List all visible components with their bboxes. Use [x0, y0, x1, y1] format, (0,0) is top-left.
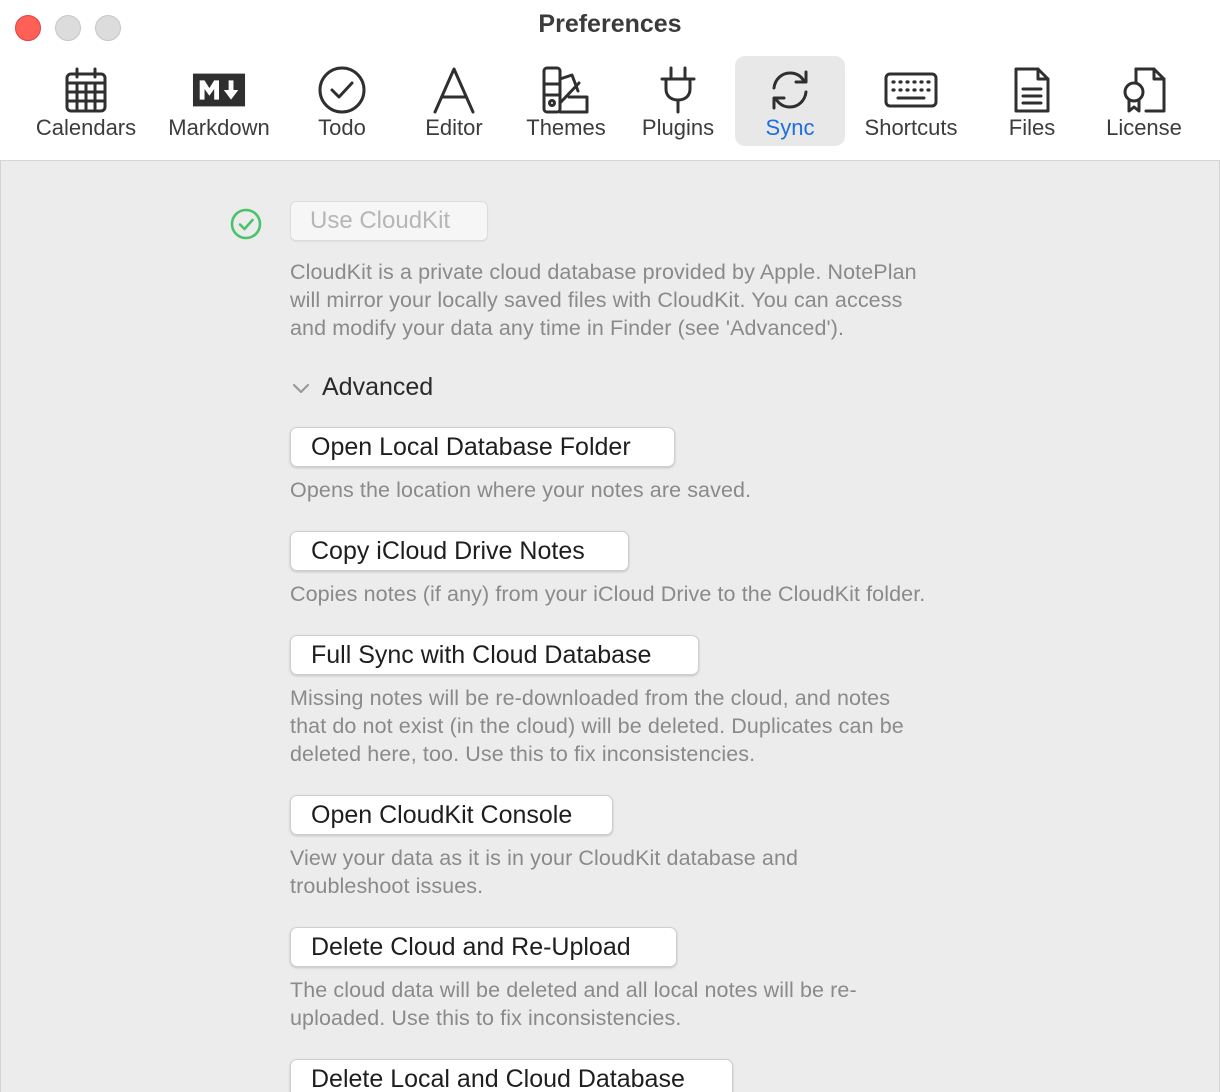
description-line: that do not exist (in the cloud) will be… — [290, 714, 904, 738]
tab-editor[interactable]: Editor — [410, 56, 498, 146]
tab-calendars[interactable]: Calendars — [30, 56, 142, 146]
action-description: Missing notes will be re-downloaded from… — [290, 684, 904, 768]
tab-label-editor: Editor — [425, 115, 483, 140]
description-line: The cloud data will be deleted and all l… — [290, 978, 857, 1002]
tab-label-plugins: Plugins — [641, 115, 715, 140]
tab-label-license: License — [1106, 115, 1182, 140]
tab-shortcuts[interactable]: Shortcuts — [856, 56, 966, 146]
calendar-icon — [59, 64, 113, 116]
delete-local-and-cloud-database-button[interactable]: Delete Local and Cloud Database — [290, 1059, 733, 1092]
tab-label-calendars: Calendars — [35, 115, 137, 140]
keyboard-icon — [884, 64, 938, 116]
description-line: uploaded. Use this to fix inconsistencie… — [290, 1006, 682, 1030]
tab-plugins[interactable]: Plugins — [632, 56, 724, 146]
tab-todo[interactable]: Todo — [300, 56, 384, 146]
description-line: and modify your data any time in Finder … — [290, 316, 845, 340]
editor-letter-icon — [427, 64, 481, 116]
description-line: Missing notes will be re-downloaded from… — [290, 686, 891, 710]
tab-label-themes: Themes — [526, 115, 606, 140]
file-icon — [1005, 64, 1059, 116]
full-sync-cloud-database-button[interactable]: Full Sync with Cloud Database — [290, 635, 699, 675]
tab-label-markdown: Markdown — [168, 115, 270, 140]
description-line: Copies notes (if any) from your iCloud D… — [290, 582, 926, 606]
action-description: Opens the location where your notes are … — [290, 476, 751, 504]
open-local-database-folder-button[interactable]: Open Local Database Folder — [290, 427, 675, 467]
tab-files[interactable]: Files — [990, 56, 1074, 146]
tab-label-files: Files — [1008, 115, 1056, 140]
preferences-window: Preferences Calendars Markdown Todo Edit… — [0, 0, 1220, 1092]
description-line: CloudKit is a private cloud database pro… — [290, 260, 917, 284]
markdown-icon — [192, 64, 246, 116]
delete-cloud-reupload-button[interactable]: Delete Cloud and Re-Upload — [290, 927, 677, 967]
use-cloudkit-button[interactable]: Use CloudKit — [290, 201, 488, 241]
open-cloudkit-console-button[interactable]: Open CloudKit Console — [290, 795, 613, 835]
window-title: Preferences — [538, 10, 682, 38]
sync-icon — [763, 64, 817, 116]
description-line: will mirror your locally saved files wit… — [290, 288, 903, 312]
tab-markdown[interactable]: Markdown — [160, 56, 278, 146]
plug-icon — [651, 64, 705, 116]
description-line: troubleshoot issues. — [290, 874, 484, 898]
action-description: The cloud data will be deleted and all l… — [290, 976, 857, 1032]
copy-icloud-drive-notes-button[interactable]: Copy iCloud Drive Notes — [290, 531, 629, 571]
description-line: View your data as it is in your CloudKit… — [290, 846, 799, 870]
chevron-down-icon[interactable] — [291, 379, 311, 397]
tab-label-todo: Todo — [318, 115, 366, 140]
advanced-disclosure-label[interactable]: Advanced — [322, 373, 433, 402]
tab-label-shortcuts: Shortcuts — [864, 115, 958, 140]
action-description: View your data as it is in your CloudKit… — [290, 844, 798, 900]
license-certificate-icon — [1117, 64, 1171, 116]
todo-check-icon — [315, 64, 369, 116]
themes-swatch-icon — [539, 64, 593, 116]
tab-themes[interactable]: Themes — [518, 56, 614, 146]
check-circle-icon — [230, 208, 262, 240]
action-description: Copies notes (if any) from your iCloud D… — [290, 580, 925, 608]
tab-sync[interactable]: Sync — [735, 56, 845, 146]
description-line: deleted here, too. Use this to fix incon… — [290, 742, 756, 766]
tab-label-sync: Sync — [765, 115, 815, 140]
cloudkit-description: CloudKit is a private cloud database pro… — [290, 258, 917, 342]
toolbar: Preferences Calendars Markdown Todo Edit… — [0, 0, 1220, 161]
description-line: Opens the location where your notes are … — [290, 478, 752, 502]
tab-license[interactable]: License — [1098, 56, 1190, 146]
